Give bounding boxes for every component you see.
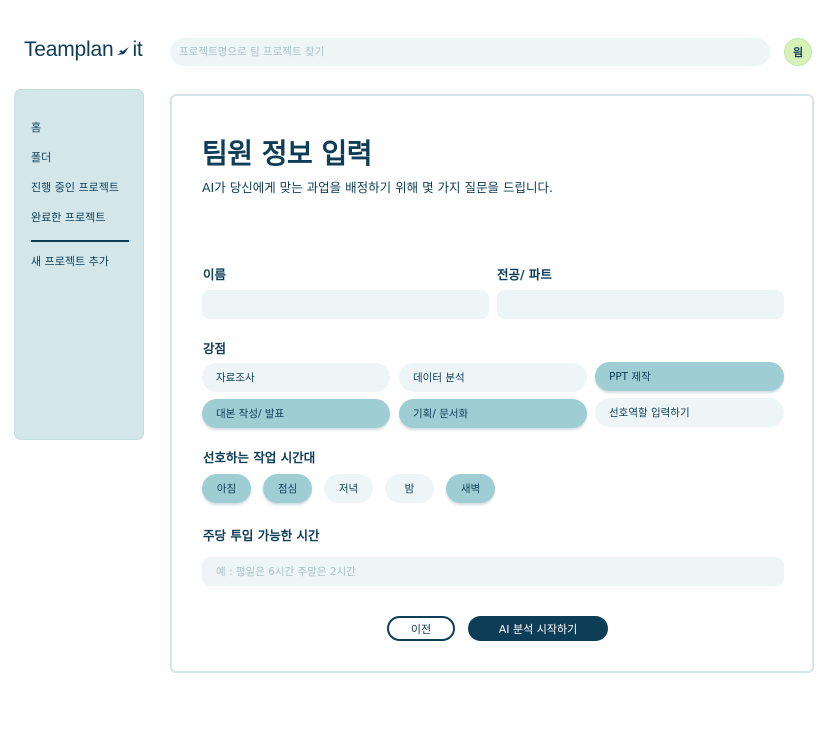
page-title: 팀원 정보 입력	[202, 137, 373, 170]
page-subtitle: AI가 당신에게 맞는 과업을 배정하기 위해 몇 가지 질문을 드립니다.	[202, 180, 553, 195]
prev-button[interactable]: 이전	[387, 616, 455, 641]
start-ai-analysis-button[interactable]: AI 분석 시작하기	[468, 616, 608, 641]
search-input[interactable]	[170, 38, 770, 66]
strength-chip-research[interactable]: 자료조사	[202, 363, 390, 392]
bird-icon	[116, 38, 130, 62]
strength-chip-ppt[interactable]: PPT 제작	[595, 362, 784, 391]
sidebar-item-home[interactable]: 홈	[31, 119, 41, 135]
app-logo[interactable]: Teamplan it	[24, 38, 143, 62]
strength-chip-script-presentation[interactable]: 대본 작성/ 발표	[202, 399, 390, 428]
sidebar-item-completed[interactable]: 완료한 프로젝트	[31, 209, 105, 225]
sidebar-item-folder[interactable]: 폴더	[31, 149, 51, 165]
major-field[interactable]	[497, 290, 784, 319]
preferred-role-input[interactable]: 선호역할 입력하기	[595, 398, 784, 427]
time-chip-night[interactable]: 밤	[385, 474, 434, 503]
name-label: 이름	[203, 267, 227, 282]
time-chip-dawn[interactable]: 새벽	[446, 474, 495, 503]
time-chip-evening[interactable]: 저녁	[324, 474, 373, 503]
sidebar-item-in-progress[interactable]: 진행 중인 프로젝트	[31, 179, 119, 195]
logo-text-right: it	[132, 38, 143, 61]
weekly-hours-field[interactable]	[202, 557, 784, 586]
sidebar-divider	[31, 240, 129, 242]
logo-text-left: Teamplan	[24, 38, 114, 61]
time-chip-lunch[interactable]: 점심	[263, 474, 312, 503]
name-field[interactable]	[202, 290, 489, 319]
team-member-form: 팀원 정보 입력 AI가 당신에게 맞는 과업을 배정하기 위해 몇 가지 질문…	[170, 94, 814, 673]
hours-label: 주당 투입 가능한 시간	[203, 528, 320, 543]
sidebar: 홈 폴더 진행 중인 프로젝트 완료한 프로젝트 새 프로젝트 추가	[14, 89, 144, 440]
avatar[interactable]: 읨	[784, 38, 812, 66]
strength-chip-data-analysis[interactable]: 데이터 분석	[399, 363, 587, 392]
time-chip-morning[interactable]: 아침	[202, 474, 251, 503]
strength-chip-planning-docs[interactable]: 기획/ 문서화	[399, 399, 587, 428]
major-label: 전공/ 파트	[497, 267, 552, 282]
time-label: 선호하는 작업 시간대	[203, 450, 316, 465]
add-project-button[interactable]: 새 프로젝트 추가	[31, 253, 109, 269]
strengths-label: 강점	[203, 341, 227, 356]
